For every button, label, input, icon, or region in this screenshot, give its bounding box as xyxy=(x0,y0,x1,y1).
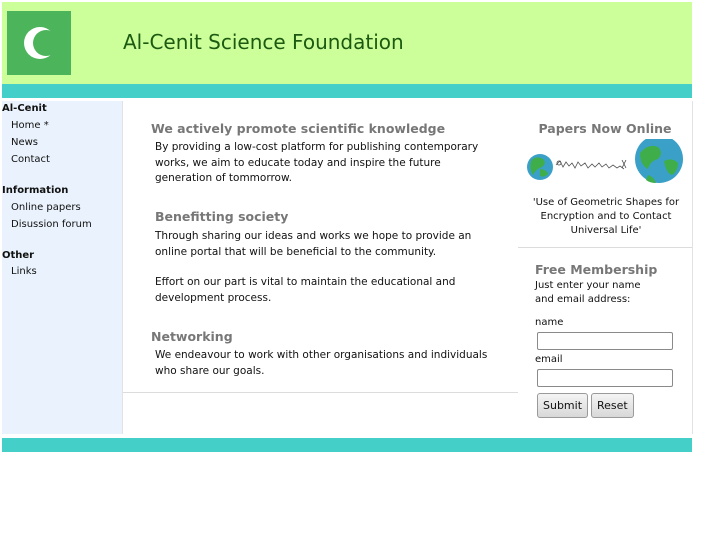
nav-item-news[interactable]: News xyxy=(11,137,38,148)
membership-intro-line: and email address: xyxy=(535,293,631,305)
nav-item-home[interactable]: Home * xyxy=(11,120,49,131)
name-label: name xyxy=(535,317,564,328)
nav-item-discussion-forum[interactable]: Disussion forum xyxy=(11,219,92,230)
section-paragraph: Through sharing our ideas and works we h… xyxy=(155,230,472,258)
nav-item-contact[interactable]: Contact xyxy=(11,154,50,165)
crescent-moon-icon[interactable] xyxy=(7,11,71,75)
top-accent-band xyxy=(2,84,692,98)
section-paragraph: We endeavour to work with other organisa… xyxy=(155,349,488,377)
sidebar-nav: Al-Cenit Home * News Contact Information… xyxy=(2,101,122,434)
bottom-accent-band xyxy=(2,438,692,452)
nav-heading-al-cenit: Al-Cenit xyxy=(2,103,47,114)
site-header: Al-Cenit Science Foundation xyxy=(2,2,692,84)
right-column: Papers Now Online 'Use of Geometric Shap… xyxy=(518,101,693,434)
divider xyxy=(518,247,692,248)
email-label: email xyxy=(535,354,563,365)
nav-item-online-papers[interactable]: Online papers xyxy=(11,202,81,213)
paper-caption[interactable]: 'Use of Geometric Shapes for Encryption … xyxy=(528,196,684,238)
nav-heading-other: Other xyxy=(2,250,35,261)
section-title-promote: We actively promote scientific knowledge xyxy=(151,121,446,136)
section-title-benefitting: Benefitting society xyxy=(155,209,289,224)
membership-title: Free Membership xyxy=(535,262,658,277)
main-content: We actively promote scientific knowledge… xyxy=(122,101,519,434)
membership-intro: Just enter your name and email address: xyxy=(535,279,665,306)
submit-button[interactable]: Submit xyxy=(537,393,589,418)
section-paragraph: By providing a low-cost platform for pub… xyxy=(155,141,479,184)
section-paragraph: Effort on our part is vital to maintain … xyxy=(155,276,456,304)
email-field[interactable] xyxy=(537,369,673,387)
nav-heading-information: Information xyxy=(2,185,69,196)
name-field[interactable] xyxy=(537,332,673,350)
nav-item-links[interactable]: Links xyxy=(11,266,37,277)
divider xyxy=(123,392,518,393)
section-title-networking: Networking xyxy=(151,329,233,344)
papers-title: Papers Now Online xyxy=(538,121,672,136)
site-title: Al-Cenit Science Foundation xyxy=(123,30,404,54)
planets-signal-illustration-icon[interactable] xyxy=(526,139,686,187)
reset-button[interactable]: Reset xyxy=(591,393,634,418)
membership-intro-line: Just enter your name xyxy=(535,280,641,291)
